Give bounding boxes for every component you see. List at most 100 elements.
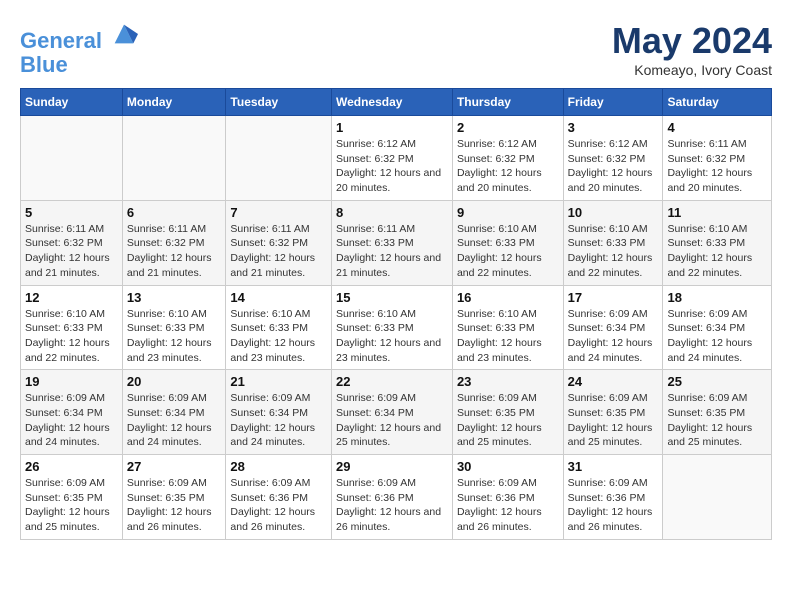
- calendar-cell: [21, 116, 123, 201]
- weekday-header: Thursday: [452, 89, 563, 116]
- logo-icon: [110, 20, 138, 48]
- day-number: 15: [336, 290, 448, 305]
- day-info: Sunrise: 6:09 AM Sunset: 6:35 PM Dayligh…: [25, 476, 118, 535]
- day-number: 31: [568, 459, 659, 474]
- weekday-header: Friday: [563, 89, 663, 116]
- calendar-week-row: 19Sunrise: 6:09 AM Sunset: 6:34 PM Dayli…: [21, 370, 772, 455]
- day-info: Sunrise: 6:09 AM Sunset: 6:36 PM Dayligh…: [336, 476, 448, 535]
- day-info: Sunrise: 6:09 AM Sunset: 6:35 PM Dayligh…: [457, 391, 559, 450]
- day-number: 18: [667, 290, 767, 305]
- calendar-cell: 30Sunrise: 6:09 AM Sunset: 6:36 PM Dayli…: [452, 455, 563, 540]
- calendar-cell: 15 Sunrise: 6:10 AM Sunset: 6:33 PM Dayli…: [331, 285, 452, 370]
- day-number: 30: [457, 459, 559, 474]
- day-number: 2: [457, 120, 559, 135]
- day-info: Sunrise: 6:09 AM Sunset: 6:34 PM Dayligh…: [336, 391, 448, 450]
- weekday-header: Saturday: [663, 89, 772, 116]
- calendar-cell: 27Sunrise: 6:09 AM Sunset: 6:35 PM Dayli…: [122, 455, 226, 540]
- calendar-cell: 20 Sunrise: 6:09 AM Sunset: 6:34 PM Dayli…: [122, 370, 226, 455]
- logo-text: General: [20, 20, 138, 53]
- day-number: 11: [667, 205, 767, 220]
- logo: General Blue: [20, 20, 138, 77]
- day-number: 4: [667, 120, 767, 135]
- calendar-cell: [226, 116, 332, 201]
- day-info: Sunrise: 6:10 AM Sunset: 6:33 PM Dayligh…: [336, 307, 448, 366]
- calendar-cell: 3 Sunrise: 6:12 AM Sunset: 6:32 PM Daylig…: [563, 116, 663, 201]
- day-info: Sunrise: 6:09 AM Sunset: 6:34 PM Dayligh…: [25, 391, 118, 450]
- calendar-week-row: 12 Sunrise: 6:10 AM Sunset: 6:33 PM Dayli…: [21, 285, 772, 370]
- calendar-week-row: 26 Sunrise: 6:09 AM Sunset: 6:35 PM Dayli…: [21, 455, 772, 540]
- day-number: 20: [127, 374, 222, 389]
- calendar-cell: 26 Sunrise: 6:09 AM Sunset: 6:35 PM Dayli…: [21, 455, 123, 540]
- day-info: Sunrise: 6:10 AM Sunset: 6:33 PM Dayligh…: [127, 307, 222, 366]
- calendar-cell: 8Sunrise: 6:11 AM Sunset: 6:33 PM Daylig…: [331, 200, 452, 285]
- calendar-cell: 21 Sunrise: 6:09 AM Sunset: 6:34 PM Dayli…: [226, 370, 332, 455]
- day-number: 24: [568, 374, 659, 389]
- day-number: 16: [457, 290, 559, 305]
- weekday-header: Wednesday: [331, 89, 452, 116]
- day-info: Sunrise: 6:09 AM Sunset: 6:35 PM Dayligh…: [667, 391, 767, 450]
- day-info: Sunrise: 6:10 AM Sunset: 6:33 PM Dayligh…: [25, 307, 118, 366]
- day-number: 12: [25, 290, 118, 305]
- day-info: Sunrise: 6:10 AM Sunset: 6:33 PM Dayligh…: [667, 222, 767, 281]
- day-info: Sunrise: 6:09 AM Sunset: 6:34 PM Dayligh…: [568, 307, 659, 366]
- day-number: 9: [457, 205, 559, 220]
- calendar-cell: 4Sunrise: 6:11 AM Sunset: 6:32 PM Daylig…: [663, 116, 772, 201]
- day-info: Sunrise: 6:09 AM Sunset: 6:34 PM Dayligh…: [127, 391, 222, 450]
- day-info: Sunrise: 6:10 AM Sunset: 6:33 PM Dayligh…: [457, 307, 559, 366]
- calendar-cell: 2Sunrise: 6:12 AM Sunset: 6:32 PM Daylig…: [452, 116, 563, 201]
- day-info: Sunrise: 6:10 AM Sunset: 6:33 PM Dayligh…: [568, 222, 659, 281]
- day-info: Sunrise: 6:12 AM Sunset: 6:32 PM Dayligh…: [336, 137, 448, 196]
- calendar-cell: 11 Sunrise: 6:10 AM Sunset: 6:33 PM Dayli…: [663, 200, 772, 285]
- calendar-week-row: 5 Sunrise: 6:11 AM Sunset: 6:32 PM Daylig…: [21, 200, 772, 285]
- day-number: 25: [667, 374, 767, 389]
- day-info: Sunrise: 6:09 AM Sunset: 6:35 PM Dayligh…: [568, 391, 659, 450]
- title-block: May 2024 Komeayo, Ivory Coast: [612, 20, 772, 78]
- day-number: 5: [25, 205, 118, 220]
- calendar-table: SundayMondayTuesdayWednesdayThursdayFrid…: [20, 88, 772, 540]
- calendar-cell: 7 Sunrise: 6:11 AM Sunset: 6:32 PM Daylig…: [226, 200, 332, 285]
- day-number: 7: [230, 205, 327, 220]
- calendar-cell: 6Sunrise: 6:11 AM Sunset: 6:32 PM Daylig…: [122, 200, 226, 285]
- weekday-header-row: SundayMondayTuesdayWednesdayThursdayFrid…: [21, 89, 772, 116]
- calendar-cell: 9 Sunrise: 6:10 AM Sunset: 6:33 PM Daylig…: [452, 200, 563, 285]
- calendar-cell: 1Sunrise: 6:12 AM Sunset: 6:32 PM Daylig…: [331, 116, 452, 201]
- day-number: 26: [25, 459, 118, 474]
- day-number: 3: [568, 120, 659, 135]
- day-info: Sunrise: 6:11 AM Sunset: 6:32 PM Dayligh…: [25, 222, 118, 281]
- calendar-cell: 29 Sunrise: 6:09 AM Sunset: 6:36 PM Dayli…: [331, 455, 452, 540]
- day-info: Sunrise: 6:10 AM Sunset: 6:33 PM Dayligh…: [457, 222, 559, 281]
- calendar-cell: 22 Sunrise: 6:09 AM Sunset: 6:34 PM Dayli…: [331, 370, 452, 455]
- day-number: 28: [230, 459, 327, 474]
- logo-blue: Blue: [20, 53, 138, 77]
- page-header: General Blue May 2024 Komeayo, Ivory Coa…: [20, 20, 772, 78]
- calendar-cell: 23Sunrise: 6:09 AM Sunset: 6:35 PM Dayli…: [452, 370, 563, 455]
- logo-general: General: [20, 28, 102, 53]
- day-number: 22: [336, 374, 448, 389]
- calendar-cell: [122, 116, 226, 201]
- calendar-week-row: 1Sunrise: 6:12 AM Sunset: 6:32 PM Daylig…: [21, 116, 772, 201]
- calendar-cell: 17Sunrise: 6:09 AM Sunset: 6:34 PM Dayli…: [563, 285, 663, 370]
- day-info: Sunrise: 6:10 AM Sunset: 6:33 PM Dayligh…: [230, 307, 327, 366]
- calendar-cell: [663, 455, 772, 540]
- calendar-cell: 24 Sunrise: 6:09 AM Sunset: 6:35 PM Dayli…: [563, 370, 663, 455]
- calendar-cell: 12 Sunrise: 6:10 AM Sunset: 6:33 PM Dayli…: [21, 285, 123, 370]
- month-title: May 2024: [612, 20, 772, 62]
- day-number: 13: [127, 290, 222, 305]
- day-number: 21: [230, 374, 327, 389]
- weekday-header: Tuesday: [226, 89, 332, 116]
- calendar-cell: 18 Sunrise: 6:09 AM Sunset: 6:34 PM Dayli…: [663, 285, 772, 370]
- calendar-cell: 28 Sunrise: 6:09 AM Sunset: 6:36 PM Dayli…: [226, 455, 332, 540]
- day-info: Sunrise: 6:09 AM Sunset: 6:35 PM Dayligh…: [127, 476, 222, 535]
- day-info: Sunrise: 6:09 AM Sunset: 6:36 PM Dayligh…: [230, 476, 327, 535]
- day-info: Sunrise: 6:09 AM Sunset: 6:34 PM Dayligh…: [230, 391, 327, 450]
- day-number: 14: [230, 290, 327, 305]
- day-number: 6: [127, 205, 222, 220]
- day-info: Sunrise: 6:11 AM Sunset: 6:32 PM Dayligh…: [230, 222, 327, 281]
- day-info: Sunrise: 6:12 AM Sunset: 6:32 PM Dayligh…: [568, 137, 659, 196]
- calendar-cell: 13 Sunrise: 6:10 AM Sunset: 6:33 PM Dayli…: [122, 285, 226, 370]
- day-number: 8: [336, 205, 448, 220]
- calendar-cell: 14 Sunrise: 6:10 AM Sunset: 6:33 PM Dayli…: [226, 285, 332, 370]
- calendar-cell: 10Sunrise: 6:10 AM Sunset: 6:33 PM Dayli…: [563, 200, 663, 285]
- day-info: Sunrise: 6:09 AM Sunset: 6:34 PM Dayligh…: [667, 307, 767, 366]
- day-number: 29: [336, 459, 448, 474]
